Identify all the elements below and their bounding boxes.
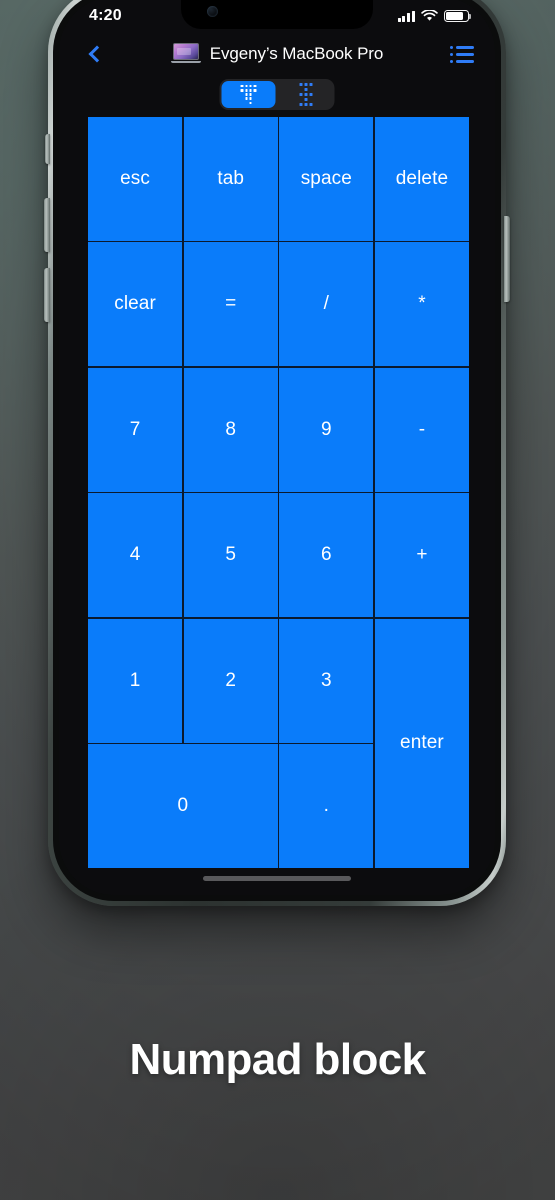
key-equals[interactable]: = xyxy=(183,242,278,367)
phone-device-frame: 4:20 Evgeny’s MacBook Pro esc tab space … xyxy=(44,0,510,906)
caption-text: Numpad block xyxy=(129,1035,427,1084)
phone-screen: 4:20 Evgeny’s MacBook Pro esc tab space … xyxy=(59,0,495,895)
mute-switch-button[interactable] xyxy=(45,134,50,164)
key-plus[interactable]: + xyxy=(374,493,469,618)
macbook-screen-graphic xyxy=(172,43,199,60)
key-decimal[interactable]: . xyxy=(279,744,374,868)
list-bullet-icon xyxy=(450,45,474,63)
keyboard-mode-segmented-control[interactable] xyxy=(219,79,335,110)
wifi-icon xyxy=(421,10,438,21)
numpad-dots-icon xyxy=(240,84,257,105)
front-camera-icon xyxy=(207,6,218,17)
volume-up-button[interactable] xyxy=(44,198,50,252)
key-delete[interactable]: delete xyxy=(374,117,469,241)
segment-grid-mode[interactable] xyxy=(279,81,333,108)
device-title-group: Evgeny’s MacBook Pro xyxy=(170,43,384,65)
battery-icon xyxy=(444,10,472,22)
key-8[interactable]: 8 xyxy=(183,367,278,492)
chevron-left-icon xyxy=(88,45,106,63)
home-indicator[interactable] xyxy=(203,876,351,881)
power-button[interactable] xyxy=(504,216,510,302)
key-enter[interactable]: enter xyxy=(374,618,469,868)
status-bar-time: 4:20 xyxy=(89,7,122,24)
key-7[interactable]: 7 xyxy=(88,367,183,492)
status-bar-indicators xyxy=(397,10,472,22)
volume-down-button[interactable] xyxy=(44,268,50,322)
key-4[interactable]: 4 xyxy=(88,493,183,618)
key-tab[interactable]: tab xyxy=(183,117,278,241)
key-9[interactable]: 9 xyxy=(279,367,374,492)
key-minus[interactable]: - xyxy=(374,367,469,492)
key-0[interactable]: 0 xyxy=(88,744,278,868)
key-esc[interactable]: esc xyxy=(88,117,183,241)
key-3[interactable]: 3 xyxy=(279,618,374,743)
key-2[interactable]: 2 xyxy=(183,618,278,743)
segment-numpad-mode[interactable] xyxy=(221,81,276,108)
device-list-button[interactable] xyxy=(445,39,479,69)
key-6[interactable]: 6 xyxy=(279,493,374,618)
key-divide[interactable]: / xyxy=(279,242,374,367)
numpad-keypad[interactable]: esc tab space delete clear = / * 7 8 9 -… xyxy=(88,117,469,868)
key-clear[interactable]: clear xyxy=(88,242,183,367)
grid-dots-icon xyxy=(299,83,312,106)
macbook-base-graphic xyxy=(170,60,201,63)
macbook-thumbnail-icon xyxy=(170,43,201,65)
notch xyxy=(181,0,373,29)
key-5[interactable]: 5 xyxy=(183,493,278,618)
key-1[interactable]: 1 xyxy=(88,618,183,743)
page-title: Evgeny’s MacBook Pro xyxy=(209,44,384,63)
back-button[interactable] xyxy=(77,36,113,72)
key-space[interactable]: space xyxy=(279,117,374,241)
battery-fill-level xyxy=(446,12,464,20)
cellular-signal-icon xyxy=(397,10,415,22)
navigation-bar: Evgeny’s MacBook Pro xyxy=(59,31,495,77)
key-multiply[interactable]: * xyxy=(374,242,469,367)
